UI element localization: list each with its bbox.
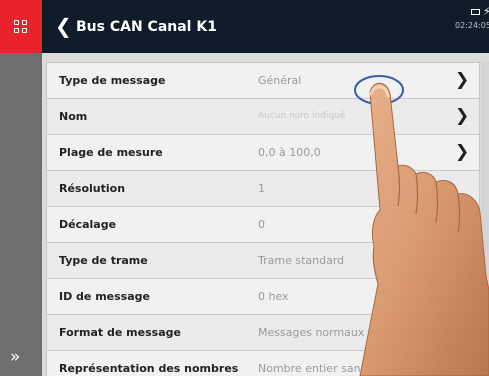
top-bar: ❮ Bus CAN Canal K1 ⚡ 02:24:05 [0,0,489,53]
chevron-right-icon[interactable]: ❯ [455,106,469,126]
table-row[interactable]: Représentation des nombres Nombre entier… [47,351,479,376]
grid-icon [14,19,28,34]
row-value: Nombre entier sans signe [258,362,400,375]
battery-icon [471,9,480,15]
table-row[interactable]: ID de message 0 hex ❯ [47,279,479,315]
table-row[interactable]: Résolution 1 [47,171,479,207]
row-label: Décalage [59,218,117,231]
chevron-right-icon[interactable]: ❯ [455,322,469,342]
chevron-right-icon[interactable]: ❯ [455,70,469,90]
table-row[interactable]: Type de message Général ❯ [47,63,479,99]
chevron-right-icon[interactable]: ❯ [455,142,469,162]
double-chevron-right-icon[interactable]: » [10,347,20,367]
scrollbar[interactable] [481,62,489,376]
page-title: Bus CAN Canal K1 [76,19,217,35]
row-value: Aucun nom indiqué [258,111,346,121]
settings-table: Type de message Général ❯ Nom Aucun nom … [46,62,480,376]
row-label: Format de message [59,326,181,339]
row-value: Trame standard [258,254,345,267]
table-row[interactable]: Format de message Messages normaux ❯ [47,315,479,351]
row-label: Résolution [59,182,126,195]
chevron-left-icon[interactable]: ❮ [55,15,72,37]
row-value: Messages normaux [258,326,365,339]
table-row[interactable]: Nom Aucun nom indiqué ❯ [47,99,479,135]
row-label: Type de trame [59,254,148,267]
row-label: Nom [59,110,88,123]
row-value: 1 [258,182,265,195]
row-value: 0,0 à 100,0 [258,146,321,159]
row-value: Général [258,74,302,87]
row-label: Plage de mesure [59,146,163,159]
table-row[interactable]: Type de trame Trame standard [47,243,479,279]
clock: 02:24:05 [455,21,489,30]
row-label: Représentation des nombres [59,362,239,375]
app-window: ❮ Bus CAN Canal K1 ⚡ 02:24:05 » Type de … [0,0,489,376]
menu-button[interactable] [0,0,42,53]
row-label: Type de message [59,74,166,87]
row-label: ID de message [59,290,150,303]
row-value: 0 hex [258,290,289,303]
table-row[interactable]: Plage de mesure 0,0 à 100,0 ❯ [47,135,479,171]
status-area: ⚡ 02:24:05 [447,6,489,46]
left-rail: » [0,53,42,376]
tap-indicator-icon [354,75,404,105]
chevron-right-icon[interactable]: ❯ [455,286,469,306]
table-row[interactable]: Décalage 0 [47,207,479,243]
row-value: 0 [258,218,265,231]
lightning-icon: ⚡ [483,6,489,18]
chevron-right-icon[interactable]: ❯ [455,358,469,376]
